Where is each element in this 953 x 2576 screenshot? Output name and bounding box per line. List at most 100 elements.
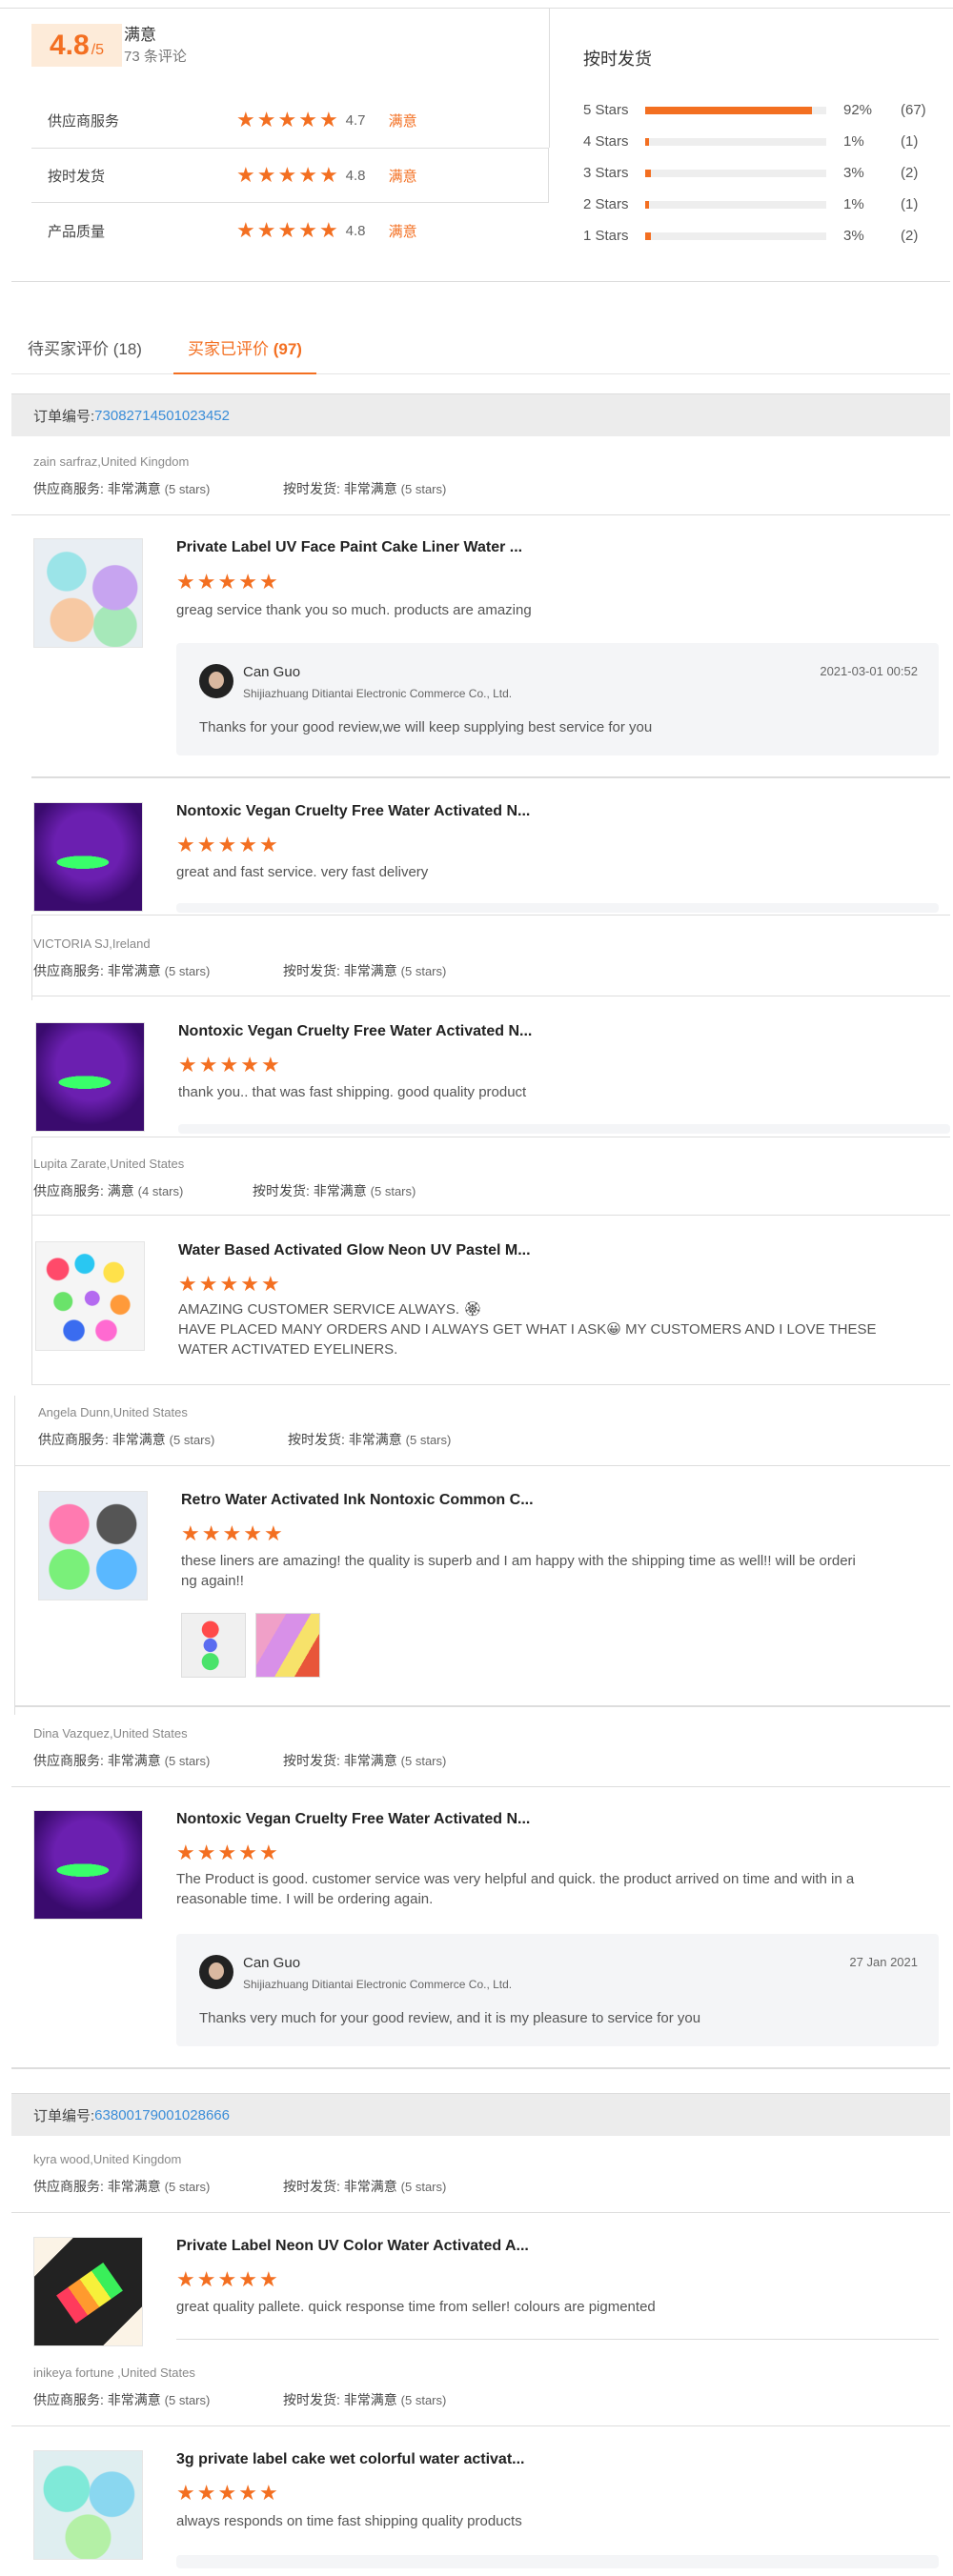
seller-company: Shijiazhuang Ditiantai Electronic Commer… xyxy=(243,687,513,700)
dist-label: 4 Stars xyxy=(583,133,629,150)
rating-row-on-time[interactable]: 按时发货 ★ ★ ★ ★ ★ 4.8 满意 xyxy=(31,148,549,203)
review-photo-thumbnail[interactable] xyxy=(181,1613,246,1678)
divider xyxy=(31,1215,950,1216)
seller-reply-collapsed xyxy=(176,903,939,913)
dist-label: 5 Stars xyxy=(583,102,629,118)
review-photo-thumbnail[interactable] xyxy=(255,1613,320,1678)
reply-text: Thanks very much for your good review, a… xyxy=(199,2010,701,2026)
product-title[interactable]: Private Label Neon UV Color Water Activa… xyxy=(176,2238,529,2255)
section-divider xyxy=(11,281,950,282)
distribution-row: 4 Stars 1% (1) xyxy=(583,126,939,157)
dist-bar-fill xyxy=(645,231,651,240)
product-title[interactable]: Nontoxic Vegan Cruelty Free Water Activa… xyxy=(176,803,530,820)
ship-label: 按时发货: xyxy=(283,2392,344,2407)
star-icon: ★ xyxy=(196,1841,216,1864)
order-number-link[interactable]: 63800179001028666 xyxy=(94,2107,230,2123)
star-icon: ★ xyxy=(318,218,338,242)
ship-stars: (5 stars) xyxy=(400,1754,447,1768)
svc-stars: (5 stars) xyxy=(164,2180,211,2194)
svc-label: 供应商服务: xyxy=(33,1753,108,1768)
review-text-line2: HAVE PLACED MANY ORDERS AND I ALWAYS GET… xyxy=(178,1321,877,1338)
star-icon: ★ xyxy=(277,218,297,242)
product-title[interactable]: Nontoxic Vegan Cruelty Free Water Activa… xyxy=(176,1811,530,1828)
ship-label: 按时发货: xyxy=(253,1183,314,1198)
star-icon: ★ xyxy=(196,2267,216,2291)
star-icon: ★ xyxy=(178,1053,197,1077)
review-stars: ★ ★ ★ ★ ★ xyxy=(176,2483,278,2504)
product-title[interactable]: Private Label UV Face Paint Cake Liner W… xyxy=(176,539,522,556)
reviewer-name: inikeya fortune ,United States xyxy=(33,2365,195,2380)
svc-label: 供应商服务: xyxy=(33,481,108,496)
review-text: always responds on time fast shipping qu… xyxy=(176,2513,522,2529)
product-title[interactable]: 3g private label cake wet colorful water… xyxy=(176,2451,524,2468)
product-title[interactable]: Retro Water Activated Ink Nontoxic Commo… xyxy=(181,1492,534,1509)
dist-bar-fill xyxy=(645,106,812,114)
reply-date: 27 Jan 2021 xyxy=(849,1955,918,1969)
on-time-title: 按时发货 xyxy=(583,50,652,69)
ship-verdict: 非常满意 xyxy=(343,481,397,496)
star-icon: ★ xyxy=(258,833,278,856)
review-ratings-line: 供应商服务: 非常满意 (5 stars) xyxy=(33,961,210,980)
rating-row-product-quality: 产品质量 ★ ★ ★ ★ ★ 4.8 满意 xyxy=(31,203,549,258)
dist-count: (1) xyxy=(901,133,919,150)
svc-label: 供应商服务: xyxy=(33,2392,108,2407)
distribution-row: 1 Stars 3% (2) xyxy=(583,220,939,252)
order-number-link[interactable]: 73082714501023452 xyxy=(94,408,230,424)
product-image[interactable] xyxy=(33,2237,143,2346)
star-icon: ★ xyxy=(217,2481,237,2505)
product-image[interactable] xyxy=(38,1491,148,1600)
tab-pending-review[interactable]: 待买家评价 (18) xyxy=(28,335,142,359)
dist-bar xyxy=(645,169,826,177)
divider xyxy=(11,2425,950,2426)
star-icon: ★ xyxy=(277,108,297,131)
reviewer-name: Lupita Zarate,United States xyxy=(33,1157,185,1171)
product-image[interactable] xyxy=(35,1241,145,1351)
rating-label: 按时发货 xyxy=(48,168,106,185)
product-image[interactable] xyxy=(35,1022,145,1132)
star-icon: ★ xyxy=(263,1521,283,1545)
star-icon: ★ xyxy=(238,1841,257,1864)
review-stars: ★ ★ ★ ★ ★ xyxy=(178,1055,280,1076)
order-label: 订单编号: xyxy=(33,2107,95,2124)
star-icon: ★ xyxy=(196,2481,216,2505)
review-ratings-line: 供应商服务: 非常满意 (5 stars) xyxy=(33,479,210,498)
palette-swatches xyxy=(56,2263,123,2324)
star-icon: ★ xyxy=(198,1053,218,1077)
product-image[interactable] xyxy=(33,802,143,912)
star-icon: ★ xyxy=(217,833,237,856)
ship-stars: (5 stars) xyxy=(370,1184,416,1198)
review-text-line2: ng again!! xyxy=(181,1573,244,1589)
review-ship-line: 按时发货: 非常满意 (5 stars) xyxy=(283,479,446,498)
product-title[interactable]: Water Based Activated Glow Neon UV Paste… xyxy=(178,1242,531,1259)
product-image[interactable] xyxy=(33,1810,143,1920)
svc-verdict: 非常满意 xyxy=(107,2392,161,2407)
seller-reply: Can Guo Shijiazhuang Ditiantai Electroni… xyxy=(176,643,939,755)
star-icon: ★ xyxy=(196,833,216,856)
dist-bar xyxy=(645,106,826,114)
reply-date: 2021-03-01 00:52 xyxy=(820,664,918,678)
review-stars: ★ ★ ★ ★ ★ xyxy=(176,1842,278,1863)
divider xyxy=(11,2212,950,2213)
seller-reply-collapsed xyxy=(178,1124,950,1134)
product-image[interactable] xyxy=(33,2450,143,2560)
svc-verdict: 非常满意 xyxy=(107,481,161,496)
product-image[interactable] xyxy=(33,538,143,648)
review-ratings-line: 供应商服务: 满意 (4 stars) xyxy=(33,1181,183,1200)
ship-verdict: 非常满意 xyxy=(343,2179,397,2194)
review-ship-line: 按时发货: 非常满意 (5 stars) xyxy=(283,2390,446,2409)
product-title[interactable]: Nontoxic Vegan Cruelty Free Water Activa… xyxy=(178,1023,532,1040)
ship-label: 按时发货: xyxy=(288,1432,349,1447)
star-icon: ★ xyxy=(256,218,276,242)
star-icon: ★ xyxy=(256,163,276,187)
rating-value: 4.8 xyxy=(345,167,366,184)
distribution-row: 3 Stars 3% (2) xyxy=(583,157,939,189)
score-suffix: /5 xyxy=(91,41,105,58)
rating-label: 产品质量 xyxy=(48,223,106,240)
svc-label: 供应商服务: xyxy=(33,963,108,978)
star-icon: ★ xyxy=(256,108,276,131)
dist-percent: 3% xyxy=(843,165,864,181)
tab-reviewed[interactable]: 买家已评价 (97) xyxy=(173,335,316,374)
seller-reply: Can Guo Shijiazhuang Ditiantai Electroni… xyxy=(176,1934,939,2046)
ship-stars: (5 stars) xyxy=(400,2393,447,2407)
star-icon: ★ xyxy=(198,1272,218,1296)
